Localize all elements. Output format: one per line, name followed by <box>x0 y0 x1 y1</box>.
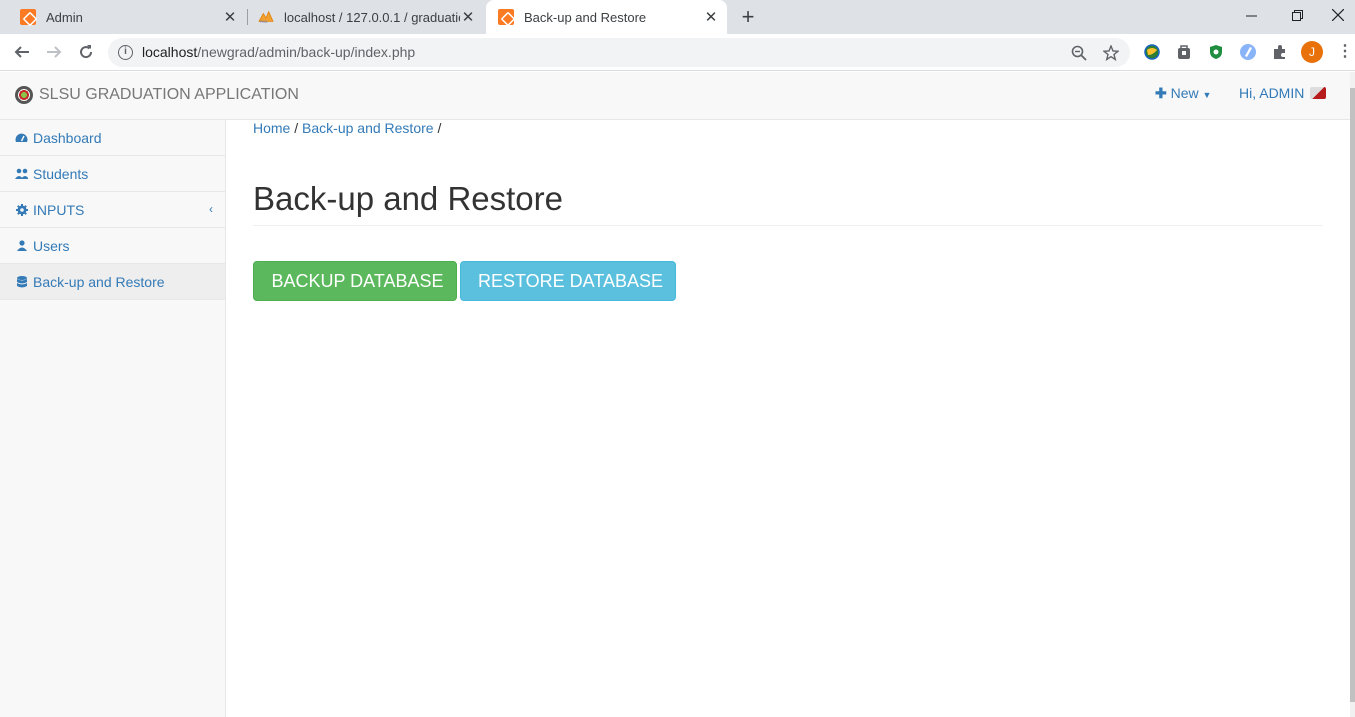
restore-window-icon[interactable] <box>1274 0 1320 30</box>
browser-tab-admin[interactable]: Admin ✕ <box>0 0 246 34</box>
brand-title: SLSU GRADUATION APPLICATION <box>39 86 299 103</box>
browser-tab-phpmyadmin[interactable]: PMA localhost / 127.0.0.1 / graduation ✕ <box>248 0 484 34</box>
xampp-icon <box>498 9 514 25</box>
backup-label: BACKUP DATABASE <box>271 270 444 291</box>
reload-icon[interactable] <box>74 40 98 64</box>
sidebar-item-backup-restore[interactable]: Back-up and Restore <box>0 264 225 300</box>
globe-extension-icon[interactable] <box>1142 42 1162 62</box>
browser-menu-icon[interactable]: ⋮ <box>1337 42 1353 62</box>
browser-tab-backup[interactable]: Back-up and Restore ✕ <box>486 0 727 34</box>
url-path: /newgrad/admin/back-up/index.php <box>197 44 416 60</box>
new-label: New <box>1170 85 1199 101</box>
breadcrumb-separator: / <box>294 120 299 136</box>
database-icon <box>15 275 28 288</box>
users-icon <box>15 167 28 180</box>
sidebar-item-label: INPUTS <box>33 201 85 218</box>
dashboard-icon <box>15 131 28 144</box>
close-icon[interactable]: ✕ <box>703 9 719 26</box>
caret-down-icon: ▼ <box>1202 90 1212 100</box>
new-tab-button[interactable]: + <box>738 6 758 28</box>
title-divider <box>253 225 1322 226</box>
sidebar-item-students[interactable]: Students <box>0 156 225 192</box>
user-avatar-icon <box>1310 87 1327 99</box>
sidebar: Dashboard Students INPUTS ‹ Users Back-u… <box>0 120 226 717</box>
profile-avatar[interactable]: J <box>1301 41 1323 63</box>
sidebar-item-users[interactable]: Users <box>0 228 225 264</box>
page-title: Back-up and Restore <box>253 180 564 217</box>
url-host: localhost <box>142 44 198 60</box>
chevron-left-icon: ‹ <box>209 202 213 216</box>
scrollbar-thumb[interactable] <box>1350 88 1355 702</box>
restore-database-button[interactable]: RESTORE DATABASE <box>460 261 676 301</box>
new-dropdown[interactable]: ✚ New ▼ <box>1155 85 1211 102</box>
browser-tab-strip: Admin ✕ PMA localhost / 127.0.0.1 / grad… <box>0 0 1355 34</box>
xampp-icon <box>20 9 36 25</box>
restore-label: RESTORE DATABASE <box>477 270 664 291</box>
top-navbar: SLSU GRADUATION APPLICATION ✚ New ▼ Hi, … <box>0 72 1350 120</box>
user-dropdown[interactable]: Hi, ADMIN <box>1239 85 1327 101</box>
backup-database-button[interactable]: BACKUP DATABASE <box>253 261 457 301</box>
sidebar-item-label: Dashboard <box>33 129 102 146</box>
tab-title: Back-up and Restore <box>524 9 647 25</box>
back-arrow-icon[interactable] <box>10 40 34 64</box>
user-greeting: Hi, ADMIN <box>1239 85 1305 101</box>
sidebar-item-label: Back-up and Restore <box>33 273 165 290</box>
minimize-icon[interactable] <box>1228 0 1274 30</box>
phpmyadmin-icon: PMA <box>258 9 274 25</box>
shield-extension-icon[interactable] <box>1206 42 1226 62</box>
brand[interactable]: SLSU GRADUATION APPLICATION <box>15 86 299 104</box>
page-scrollbar[interactable] <box>1350 72 1355 717</box>
tab-title: localhost / 127.0.0.1 / graduation <box>284 9 460 25</box>
school-logo-icon <box>15 86 33 104</box>
sidebar-item-label: Users <box>33 237 70 254</box>
plus-icon: ✚ <box>1155 85 1167 101</box>
breadcrumb-home[interactable]: Home <box>253 120 290 136</box>
pen-extension-icon[interactable] <box>1238 42 1258 62</box>
zoom-icon[interactable] <box>1069 43 1089 63</box>
svg-text:PMA: PMA <box>260 20 268 24</box>
breadcrumb-separator: / <box>437 120 442 136</box>
user-icon <box>15 239 28 252</box>
close-icon[interactable]: ✕ <box>460 9 476 26</box>
sidebar-item-dashboard[interactable]: Dashboard <box>0 120 225 156</box>
sidebar-item-inputs[interactable]: INPUTS ‹ <box>0 192 225 228</box>
site-info-icon[interactable]: i <box>118 45 133 60</box>
close-window-icon[interactable] <box>1320 0 1355 30</box>
puzzle-extensions-icon[interactable] <box>1270 42 1290 62</box>
bookmark-star-icon[interactable] <box>1101 43 1121 63</box>
tab-title: Admin <box>46 9 83 25</box>
close-icon[interactable]: ✕ <box>222 9 238 26</box>
bag-extension-icon[interactable] <box>1174 42 1194 62</box>
forward-arrow-icon[interactable] <box>42 40 66 64</box>
gear-icon <box>15 203 28 216</box>
breadcrumb: Home / Back-up and Restore / <box>253 120 441 136</box>
url-text: localhost/newgrad/admin/back-up/index.ph… <box>142 44 415 60</box>
browser-toolbar: i localhost/newgrad/admin/back-up/index.… <box>0 34 1355 71</box>
breadcrumb-current[interactable]: Back-up and Restore <box>302 120 434 136</box>
sidebar-item-label: Students <box>33 165 89 182</box>
page: SLSU GRADUATION APPLICATION ✚ New ▼ Hi, … <box>0 72 1355 717</box>
address-bar[interactable]: i localhost/newgrad/admin/back-up/index.… <box>108 38 1130 67</box>
